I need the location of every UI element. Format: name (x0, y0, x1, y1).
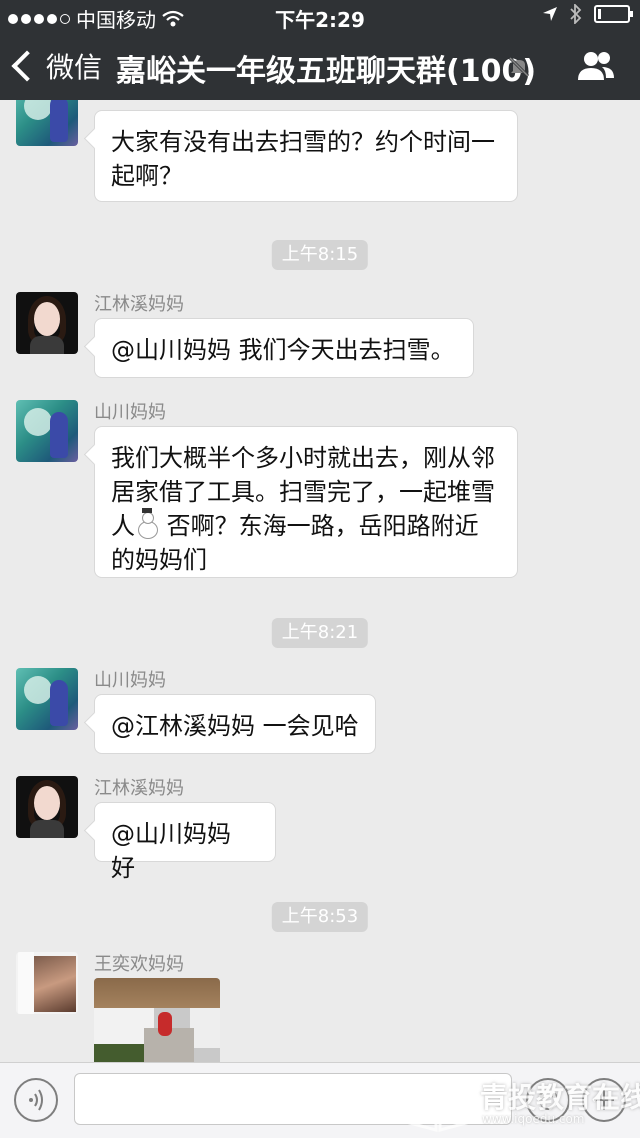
avatar-art (50, 412, 68, 458)
avatar-art (24, 676, 52, 704)
message-bubble[interactable]: @山川妈妈 好 (94, 802, 276, 882)
avatar-wangyihuan[interactable] (16, 952, 78, 1014)
sender-name: 山川妈妈 (94, 670, 166, 691)
avatar-shanchuan[interactable] (16, 668, 78, 730)
avatar-shanchuan[interactable] (16, 100, 78, 146)
photo-content (158, 1012, 172, 1036)
back-label: 微信 (46, 51, 103, 84)
message-text: 居家借了工具。扫雪完了，一起堆雪 (111, 478, 495, 506)
avatar-art (34, 302, 60, 336)
avatar-jianglinxi[interactable] (16, 292, 78, 354)
back-button[interactable]: 微信 (11, 46, 103, 86)
message-text: 大家有没有出去扫雪的？约个时间一 (111, 128, 495, 156)
snowman-icon (135, 508, 159, 539)
message-bubble[interactable]: 大家有没有出去扫雪的？约个时间一 起啊？ (94, 110, 518, 202)
chat-area[interactable]: 大家有没有出去扫雪的？约个时间一 起啊？ 上午8:15 江林溪妈妈 @山川妈妈 … (0, 100, 640, 1062)
watermark-text: 青投教育在线 (480, 1081, 640, 1114)
sender-name: 山川妈妈 (94, 402, 166, 423)
watermark: 青投教育在线 www.iqoedu.com (400, 1066, 640, 1137)
status-bar: 中国移动 下午2:29 (0, 0, 640, 32)
avatar-art (50, 100, 68, 142)
book-logo-icon (404, 1076, 472, 1132)
message-bubble[interactable]: @江林溪妈妈 一会见哈 (94, 694, 376, 754)
avatar-shanchuan[interactable] (16, 400, 78, 462)
group-members-icon[interactable] (576, 48, 616, 84)
message-text: @山川妈妈 我们今天出去扫雪。 (111, 336, 455, 364)
battery-fill (598, 9, 601, 19)
sender-name: 江林溪妈妈 (94, 294, 184, 315)
avatar-art (50, 680, 68, 726)
timestamp: 上午8:53 (271, 902, 369, 932)
voice-icon (29, 1089, 43, 1111)
avatar-art (30, 956, 76, 1012)
message-text: @山川妈妈 好 (111, 820, 231, 882)
photo-content (94, 978, 220, 1008)
watermark-url: www.iqoedu.com (482, 1112, 585, 1126)
image-message[interactable] (94, 978, 220, 1062)
nav-bar: 微信 嘉峪关一年级五班聊天群(100) (0, 30, 640, 100)
avatar-art (18, 952, 34, 1014)
chevron-left-icon (11, 50, 43, 82)
location-arrow-icon (543, 7, 557, 21)
bluetooth-icon (570, 4, 582, 24)
message-text: 我们大概半个多小时就出去，刚从邻 (111, 444, 495, 472)
timestamp: 上午8:15 (271, 240, 369, 270)
message-bubble[interactable]: @山川妈妈 我们今天出去扫雪。 (94, 318, 474, 378)
timestamp: 上午8:21 (271, 618, 369, 648)
message-text: 起啊？ (111, 162, 183, 190)
photo-content (190, 1008, 220, 1048)
message-text: 否啊？东海一路，岳阳路附近 (159, 512, 479, 540)
message-bubble[interactable]: 我们大概半个多小时就出去，刚从邻 居家借了工具。扫雪完了，一起堆雪 人 否啊？东… (94, 426, 518, 578)
sender-name: 王奕欢妈妈 (94, 954, 184, 975)
message-text: 的妈妈们 (111, 546, 207, 574)
avatar-art (30, 336, 64, 354)
avatar-jianglinxi[interactable] (16, 776, 78, 838)
status-right (542, 4, 633, 24)
avatar-art (34, 786, 60, 820)
message-text: 人 (111, 512, 135, 540)
photo-content (94, 1044, 144, 1062)
message-text-line: 人 否啊？东海一路，岳阳路附近 (111, 508, 501, 543)
message-text: @江林溪妈妈 一会见哈 (111, 712, 359, 740)
voice-button[interactable] (14, 1078, 58, 1122)
battery-icon (594, 5, 633, 23)
avatar-art (30, 820, 64, 838)
avatar-art (24, 408, 52, 436)
sender-name: 江林溪妈妈 (94, 778, 184, 799)
mute-bell-icon (508, 56, 530, 78)
chat-title: 嘉峪关一年级五班聊天群(100) (116, 54, 537, 89)
avatar-art (24, 100, 52, 120)
